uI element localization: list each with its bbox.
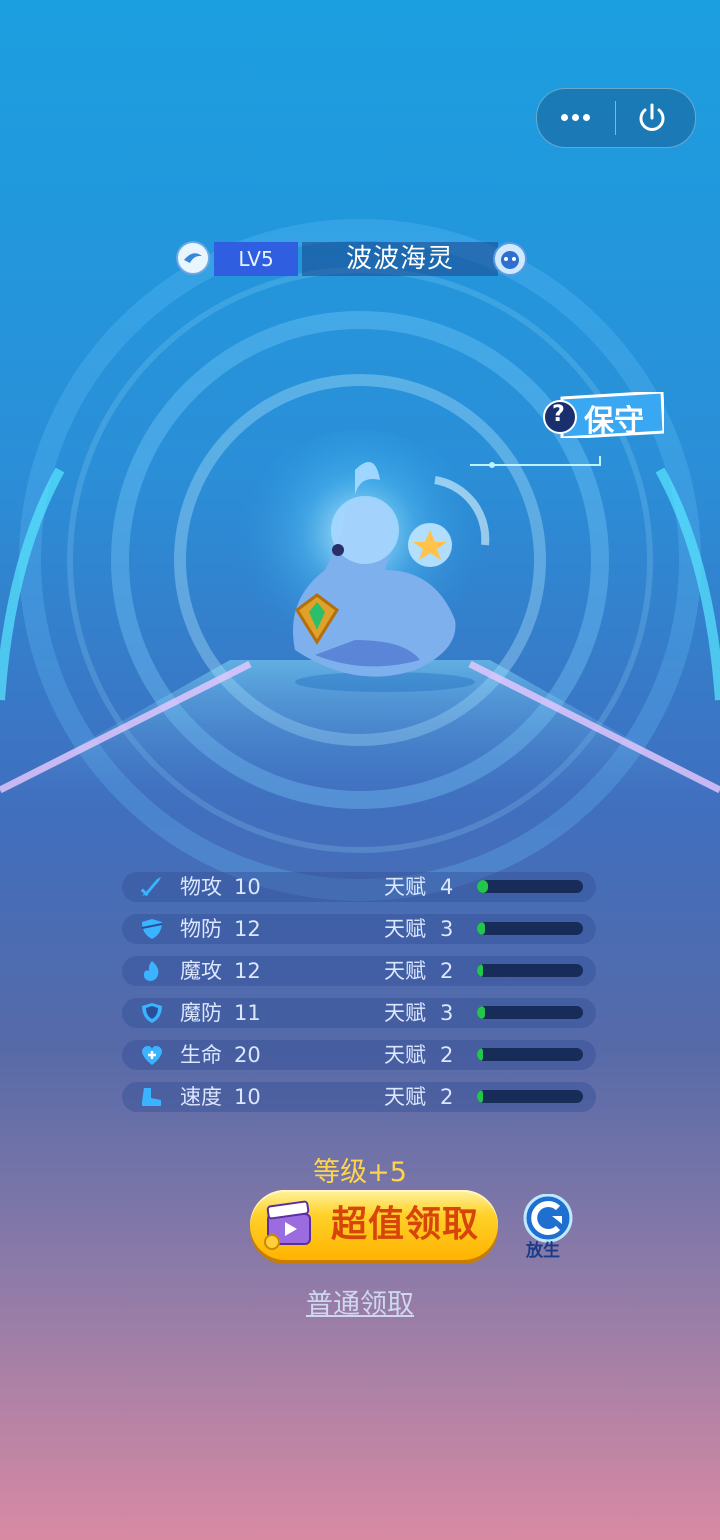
talent-label: 天赋 — [384, 917, 426, 941]
boot-icon — [142, 1088, 161, 1106]
video-film-icon — [264, 1200, 311, 1250]
pet-type-badge-icon — [176, 241, 210, 275]
level-bonus-text: 等级+5 — [313, 1157, 407, 1188]
talent-label: 天赋 — [384, 1001, 426, 1025]
stat-label: 魔防 — [180, 1001, 222, 1025]
talent-bar-fill — [477, 964, 484, 977]
talent-value: 3 — [440, 917, 454, 941]
nature-label: 保守 — [584, 404, 644, 439]
pet-name: 波波海灵 — [302, 242, 498, 276]
stat-row: 魔防 11 天赋 3 — [122, 998, 596, 1028]
talent-value: 2 — [440, 1043, 454, 1067]
premium-claim-label: 超值领取 — [330, 1204, 479, 1245]
talent-value: 3 — [440, 1001, 454, 1025]
talent-bar-fill — [477, 1006, 486, 1019]
stat-row: 速度 10 天赋 2 — [122, 1082, 596, 1112]
more-dots-icon[interactable] — [559, 109, 599, 127]
stat-label: 速度 — [180, 1085, 222, 1109]
stat-value: 12 — [234, 959, 261, 983]
talent-bar — [477, 1090, 583, 1103]
stat-row: 生命 20 天赋 2 — [122, 1040, 596, 1070]
talent-bar — [477, 964, 583, 977]
talent-bar-fill — [477, 922, 486, 935]
capsule-divider — [615, 101, 616, 135]
talent-label: 天赋 — [384, 1085, 426, 1109]
premium-claim-button[interactable]: 超值领取 — [250, 1190, 498, 1260]
sword-icon — [140, 877, 161, 897]
pet-info-icon[interactable] — [493, 242, 527, 276]
stat-label: 物攻 — [180, 875, 222, 899]
flame-icon — [143, 961, 159, 981]
stat-row: 魔攻 12 天赋 2 — [122, 956, 596, 986]
stat-row: 物防 12 天赋 3 — [122, 914, 596, 944]
mini-program-capsule — [536, 88, 696, 148]
stat-label: 生命 — [180, 1043, 222, 1067]
talent-label: 天赋 — [384, 1043, 426, 1067]
stat-label: 魔攻 — [180, 959, 222, 983]
talent-bar-fill — [477, 1090, 484, 1103]
heart-plus-icon — [142, 1046, 162, 1065]
talent-bar-fill — [477, 1048, 484, 1061]
talent-bar — [477, 1048, 583, 1061]
stat-value: 11 — [234, 1001, 261, 1025]
nature-tag[interactable]: ? 保守 — [540, 392, 664, 439]
nature-help-icon[interactable]: ? — [552, 402, 565, 427]
stat-row: 物攻 10 天赋 4 — [122, 872, 596, 902]
stat-value: 10 — [234, 875, 261, 899]
pet-level: LV5 — [214, 242, 298, 276]
talent-bar — [477, 922, 583, 935]
magic-shield-icon — [142, 1003, 162, 1023]
stat-label: 物防 — [180, 917, 222, 941]
talent-value: 4 — [440, 875, 454, 899]
normal-claim-link[interactable]: 普通领取 — [0, 1282, 720, 1321]
talent-value: 2 — [440, 1085, 454, 1109]
stat-value: 12 — [234, 917, 261, 941]
talent-bar — [477, 1006, 583, 1019]
release-button[interactable]: 放生 — [518, 1194, 578, 1261]
talent-label: 天赋 — [384, 959, 426, 983]
talent-bar-fill — [477, 880, 488, 893]
stat-value: 10 — [234, 1085, 261, 1109]
pet-creature-image — [293, 462, 490, 692]
talent-bar — [477, 880, 583, 893]
talent-label: 天赋 — [384, 875, 426, 899]
shield-icon — [141, 919, 163, 939]
power-icon[interactable] — [635, 101, 669, 135]
talent-value: 2 — [440, 959, 454, 983]
release-label: 放生 — [526, 1241, 560, 1261]
stat-value: 20 — [234, 1043, 261, 1067]
